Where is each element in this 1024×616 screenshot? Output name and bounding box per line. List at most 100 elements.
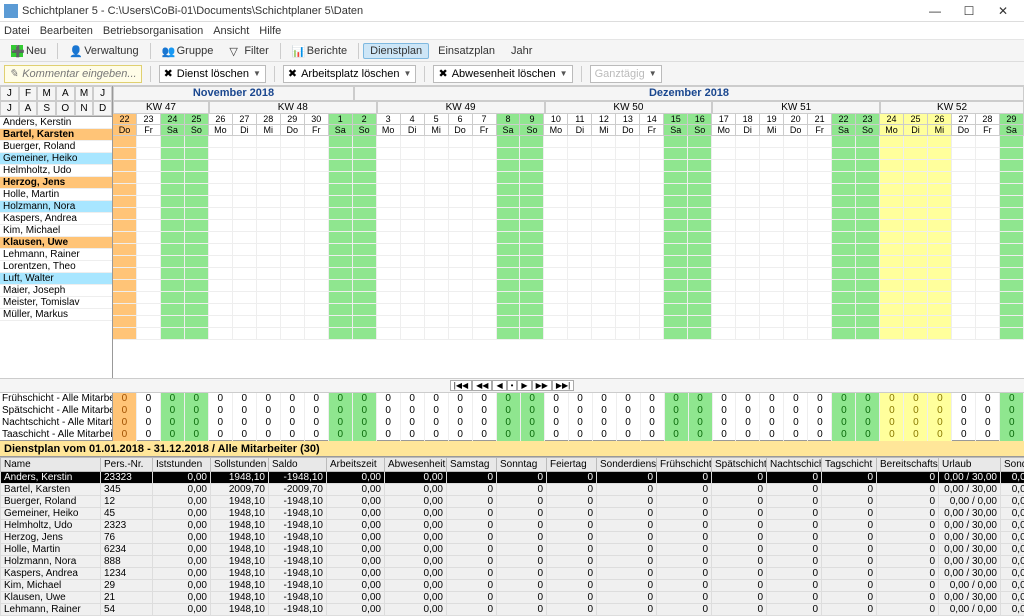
schedule-cell[interactable] (640, 280, 664, 292)
schedule-cell[interactable] (185, 160, 209, 172)
schedule-cell[interactable] (592, 280, 616, 292)
schedule-cell[interactable] (640, 148, 664, 160)
schedule-cell[interactable] (353, 184, 377, 196)
schedule-cell[interactable] (976, 160, 1000, 172)
schedule-cell[interactable] (616, 280, 640, 292)
schedule-cell[interactable] (329, 280, 353, 292)
schedule-cell[interactable] (520, 208, 544, 220)
schedule-cell[interactable] (520, 256, 544, 268)
menu-ansicht[interactable]: Ansicht (213, 25, 249, 37)
schedule-cell[interactable] (904, 328, 928, 340)
schedule-cell[interactable] (592, 184, 616, 196)
schedule-cell[interactable] (425, 328, 449, 340)
schedule-cell[interactable] (281, 280, 305, 292)
schedule-cell[interactable] (233, 220, 257, 232)
schedule-cell[interactable] (712, 244, 736, 256)
schedule-cell[interactable] (113, 268, 137, 280)
schedule-cell[interactable] (592, 196, 616, 208)
schedule-cell[interactable] (377, 268, 401, 280)
schedule-cell[interactable] (1000, 316, 1024, 328)
day-number[interactable]: 3 (377, 114, 401, 125)
schedule-cell[interactable] (185, 292, 209, 304)
schedule-cell[interactable] (257, 292, 281, 304)
schedule-cell[interactable] (928, 328, 952, 340)
schedule-cell[interactable] (425, 232, 449, 244)
schedule-cell[interactable] (113, 148, 137, 160)
schedule-cell[interactable] (616, 232, 640, 244)
schedule-cell[interactable] (856, 244, 880, 256)
schedule-cell[interactable] (640, 328, 664, 340)
schedule-cell[interactable] (281, 328, 305, 340)
schedule-cell[interactable] (257, 316, 281, 328)
schedule-cell[interactable] (904, 304, 928, 316)
schedule-cell[interactable] (688, 244, 712, 256)
schedule-cell[interactable] (688, 232, 712, 244)
schedule-cell[interactable] (616, 184, 640, 196)
schedule-cell[interactable] (880, 196, 904, 208)
schedule-cell[interactable] (544, 208, 568, 220)
schedule-cell[interactable] (113, 316, 137, 328)
schedule-cell[interactable] (1000, 328, 1024, 340)
day-name[interactable]: Fr (808, 125, 832, 136)
schedule-cell[interactable] (928, 196, 952, 208)
schedule-cell[interactable] (425, 196, 449, 208)
schedule-cell[interactable] (640, 160, 664, 172)
schedule-cell[interactable] (209, 232, 233, 244)
schedule-cell[interactable] (497, 268, 521, 280)
schedule-cell[interactable] (712, 328, 736, 340)
schedule-cell[interactable] (712, 280, 736, 292)
schedule-cell[interactable] (1000, 220, 1024, 232)
schedule-cell[interactable] (497, 256, 521, 268)
schedule-cell[interactable] (616, 160, 640, 172)
table-row[interactable]: Holzmann, Nora8880,001948,10-1948,100,00… (1, 556, 1024, 568)
schedule-cell[interactable] (185, 244, 209, 256)
column-header[interactable]: Urlaub (939, 458, 1001, 472)
schedule-cell[interactable] (784, 184, 808, 196)
schedule-cell[interactable] (449, 316, 473, 328)
schedule-cell[interactable] (784, 244, 808, 256)
schedule-cell[interactable] (928, 208, 952, 220)
schedule-cell[interactable] (688, 196, 712, 208)
schedule-cell[interactable] (281, 208, 305, 220)
schedule-cell[interactable] (1000, 172, 1024, 184)
schedule-cell[interactable] (952, 172, 976, 184)
schedule-cell[interactable] (976, 328, 1000, 340)
schedule-cell[interactable] (856, 220, 880, 232)
month-btn[interactable]: M (37, 86, 56, 101)
schedule-cell[interactable] (544, 328, 568, 340)
schedule-cell[interactable] (305, 328, 329, 340)
schedule-row[interactable] (113, 328, 1024, 340)
schedule-cell[interactable] (784, 148, 808, 160)
schedule-cell[interactable] (449, 292, 473, 304)
schedule-cell[interactable] (305, 184, 329, 196)
schedule-cell[interactable] (568, 196, 592, 208)
schedule-cell[interactable] (736, 232, 760, 244)
month-btn[interactable]: M (75, 86, 94, 101)
employee-row[interactable]: Holle, Martin (0, 189, 112, 201)
schedule-cell[interactable] (449, 148, 473, 160)
schedule-cell[interactable] (568, 328, 592, 340)
day-number[interactable]: 30 (305, 114, 329, 125)
schedule-cell[interactable] (1000, 232, 1024, 244)
day-number[interactable]: 10 (544, 114, 568, 125)
schedule-cell[interactable] (113, 220, 137, 232)
day-number[interactable]: 9 (520, 114, 544, 125)
month-btn[interactable]: F (19, 86, 38, 101)
schedule-cell[interactable] (329, 148, 353, 160)
column-header[interactable]: Sonntag (497, 458, 547, 472)
table-row[interactable]: Herzog, Jens760,001948,10-1948,100,000,0… (1, 532, 1024, 544)
schedule-cell[interactable] (880, 148, 904, 160)
schedule-cell[interactable] (425, 280, 449, 292)
schedule-cell[interactable] (113, 208, 137, 220)
schedule-cell[interactable] (760, 160, 784, 172)
schedule-cell[interactable] (568, 244, 592, 256)
schedule-cell[interactable] (473, 268, 497, 280)
day-number[interactable]: 27 (952, 114, 976, 125)
schedule-cell[interactable] (257, 172, 281, 184)
schedule-cell[interactable] (305, 136, 329, 148)
schedule-cell[interactable] (449, 232, 473, 244)
employee-row[interactable]: Buerger, Roland (0, 141, 112, 153)
schedule-cell[interactable] (305, 280, 329, 292)
schedule-cell[interactable] (664, 244, 688, 256)
schedule-cell[interactable] (688, 256, 712, 268)
